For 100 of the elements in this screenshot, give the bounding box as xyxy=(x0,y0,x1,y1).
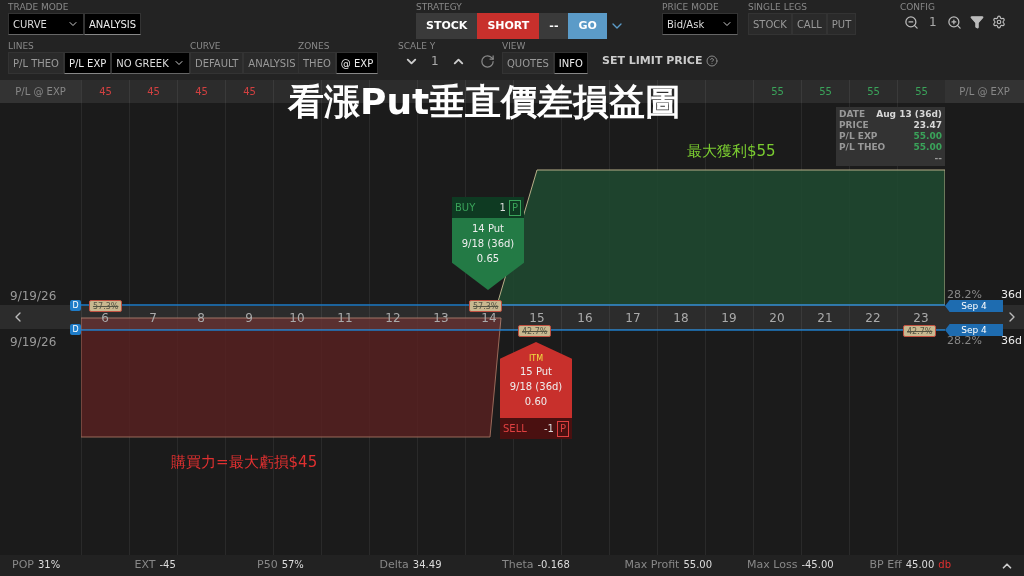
contract-name: 15 Put xyxy=(520,365,552,379)
strike-label: 16 xyxy=(576,310,594,327)
zoom-out-icon[interactable] xyxy=(904,14,919,30)
contract-expiry: 9/18 (36d) xyxy=(509,380,563,394)
strike-label: 15 xyxy=(528,310,546,327)
strike-label: 9 xyxy=(244,310,254,327)
strategy-button[interactable]: SHORT xyxy=(477,13,540,39)
group-label: VIEW xyxy=(502,40,527,52)
strike-label: 22 xyxy=(864,310,882,327)
expiry-tag[interactable]: Sep 4 xyxy=(945,300,1003,312)
strike-label: 6 xyxy=(100,310,110,327)
header-label: P/L @ EXP xyxy=(945,80,1024,103)
value-text: 1 xyxy=(928,14,938,31)
date-marker: D xyxy=(70,324,81,335)
max-profit-note: 最大獲利$55 xyxy=(687,141,776,162)
pl-value: 45 xyxy=(99,85,112,99)
probability-tag: 42.7% xyxy=(518,325,552,337)
stat-value: 45.00 xyxy=(905,558,935,573)
strike-label: 18 xyxy=(672,310,690,327)
contract-price: 0.60 xyxy=(524,395,548,409)
date-marker: D xyxy=(70,300,81,311)
info-label: PRICE xyxy=(839,120,869,131)
stat-value: -45 xyxy=(159,558,176,573)
dropdown[interactable]: NO GREEK xyxy=(111,52,190,74)
toggle-button[interactable]: DEFAULT xyxy=(190,52,244,74)
order-side: SELL xyxy=(503,422,527,436)
contract-price: 0.65 xyxy=(476,252,500,266)
dropdown[interactable]: CURVE xyxy=(8,13,84,35)
probability-tag: 57.3% xyxy=(89,300,123,312)
stat-value: 34.49 xyxy=(412,558,442,573)
info-value: Aug 13 (36d) xyxy=(876,109,942,120)
pl-value: 45 xyxy=(195,85,208,99)
toggle-button[interactable]: P/L THEO xyxy=(8,52,64,74)
strike-label: 11 xyxy=(336,310,354,327)
group-label: STRATEGY xyxy=(416,1,463,13)
probability-tag: 42.7% xyxy=(903,325,937,337)
pl-value: 55 xyxy=(915,85,928,99)
group-label: LINES xyxy=(8,40,35,52)
strike-label: 21 xyxy=(816,310,834,327)
toggle-button[interactable]: P/L EXP xyxy=(63,52,112,74)
stat-value: 55.00 xyxy=(683,558,713,573)
header-label: P/L @ EXP xyxy=(0,80,81,103)
stat-label: EXT xyxy=(134,557,156,574)
toggle-button[interactable]: THEO xyxy=(298,52,336,74)
strike-label: 14 xyxy=(480,310,498,327)
info-label: P/L EXP xyxy=(839,131,878,142)
itm-label: ITM xyxy=(528,354,544,364)
group-label: TRADE MODE xyxy=(8,1,70,13)
option-type-badge: P xyxy=(508,199,521,216)
strike-label: 8 xyxy=(196,310,206,327)
stat-value: -0.168 xyxy=(537,558,570,573)
strike-label: 20 xyxy=(768,310,786,327)
stat-label: P50 xyxy=(257,557,278,574)
days-value: 36d xyxy=(1001,287,1022,303)
group-label: CONFIG xyxy=(900,1,936,13)
pl-value: 55 xyxy=(867,85,880,99)
toggle-button[interactable]: CALL xyxy=(791,13,827,35)
toggle-button[interactable]: @ EXP xyxy=(335,52,379,74)
group-label: CURVE xyxy=(190,40,222,52)
stat-label: BP Eff xyxy=(869,557,902,574)
settings-icon[interactable] xyxy=(991,15,1006,29)
pl-value: 55 xyxy=(819,85,832,99)
toggle-button[interactable]: QUOTES xyxy=(502,52,554,74)
refresh-icon[interactable] xyxy=(479,53,495,69)
order-side: BUY xyxy=(455,201,476,215)
filter-icon[interactable] xyxy=(969,15,984,29)
stat-label: POP xyxy=(12,557,34,574)
toggle-button[interactable]: INFO xyxy=(553,52,588,74)
order-quantity: 1 xyxy=(499,201,506,215)
strategy-button[interactable]: -- xyxy=(539,13,569,39)
stat-unit: db xyxy=(938,558,952,573)
pl-value: 55 xyxy=(771,85,784,99)
strategy-button[interactable]: STOCK xyxy=(416,13,478,39)
expiry-date: 9/19/26 xyxy=(10,288,57,305)
stat-label: Delta xyxy=(379,557,409,574)
probability-tag: 57.3% xyxy=(469,300,503,312)
contract-name: 14 Put xyxy=(472,222,504,236)
expiry-tag[interactable]: Sep 4 xyxy=(945,324,1003,336)
dropdown[interactable]: Bid/Ask xyxy=(662,13,738,35)
zoom-in-icon[interactable] xyxy=(946,14,962,30)
toggle-button[interactable]: ANALYSIS xyxy=(84,13,142,35)
pl-value: 45 xyxy=(147,85,160,99)
info-value: 55.00 xyxy=(913,142,942,153)
iv-value: 28.2% xyxy=(947,334,982,349)
set-limit-price-link[interactable]: SET LIMIT PRICE xyxy=(602,53,703,70)
toggle-button[interactable]: PUT xyxy=(826,13,857,35)
strike-label: 23 xyxy=(912,310,930,327)
stat-value: 57% xyxy=(281,558,304,573)
info-value: -- xyxy=(934,153,942,164)
pl-value: 45 xyxy=(243,85,256,99)
overlay-title: 看漲Put垂直價差損益圖 xyxy=(288,80,682,124)
toggle-button[interactable]: STOCK xyxy=(748,13,792,35)
iv-value: 28.2% xyxy=(947,287,982,302)
stat-value: 31% xyxy=(37,558,61,573)
info-label: DATE xyxy=(839,109,866,120)
value-text: 1 xyxy=(430,53,440,70)
toggle-button[interactable]: ANALYSIS xyxy=(243,52,301,74)
contract-expiry: 9/18 (36d) xyxy=(461,237,515,251)
help-icon[interactable] xyxy=(706,55,719,68)
max-loss-note: 購買力=最大虧損$45 xyxy=(171,452,318,473)
